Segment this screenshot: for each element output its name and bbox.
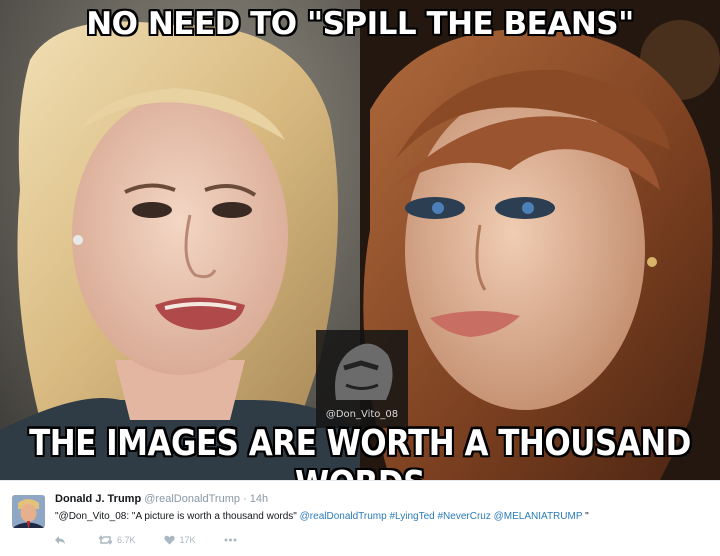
mention-melania-link[interactable]: @MELANIATRUMP [494,511,583,522]
right-portrait-photo [360,0,720,480]
bottom-caption: THE IMAGES ARE WORTH A THOUSAND WORDS [29,422,691,480]
retweet-icon [99,535,112,545]
tweet-text: "@Don_Vito_08: "A picture is worth a tho… [55,511,589,522]
retweet-count: 6.7K [117,535,136,545]
left-portrait-photo [0,0,360,480]
like-icon [163,535,175,545]
tweet-header: Donald J. Trump @realDonaldTrump · 14h [55,493,268,505]
watermark-text: @Don_Vito_08 [325,409,399,420]
like-button[interactable]: 17K [163,535,196,545]
hashtag-lyingted[interactable]: #LyingTed [389,511,434,522]
mention-link[interactable]: @realDonaldTrump [300,511,387,522]
tweet-quote-end: " [585,511,589,522]
tweet-timestamp[interactable]: 14h [250,493,268,505]
more-icon [224,538,237,542]
reply-icon [55,536,65,544]
more-button[interactable] [224,538,242,542]
author-avatar[interactable] [12,495,45,528]
author-handle[interactable]: @realDonaldTrump [144,493,240,505]
tweet-quote: "@Don_Vito_08: "A picture is worth a tho… [55,511,297,522]
author-name[interactable]: Donald J. Trump [55,493,141,505]
retweet-button[interactable]: 6.7K [99,535,136,545]
hashtag-nevercruz[interactable]: #NeverCruz [438,511,491,522]
tweet-actions: 6.7K 17K [55,533,270,547]
reply-button[interactable] [55,535,71,545]
tweet-card: Donald J. Trump @realDonaldTrump · 14h "… [0,480,720,556]
watermark-logo: @Don_Vito_08 [316,330,408,428]
top-caption: NO NEED TO "SPILL THE BEANS" [86,6,634,42]
time-separator: · [243,493,247,505]
like-count: 17K [179,535,196,545]
meme-image: NO NEED TO "SPILL THE BEANS" @Don_Vito_0… [0,0,720,480]
